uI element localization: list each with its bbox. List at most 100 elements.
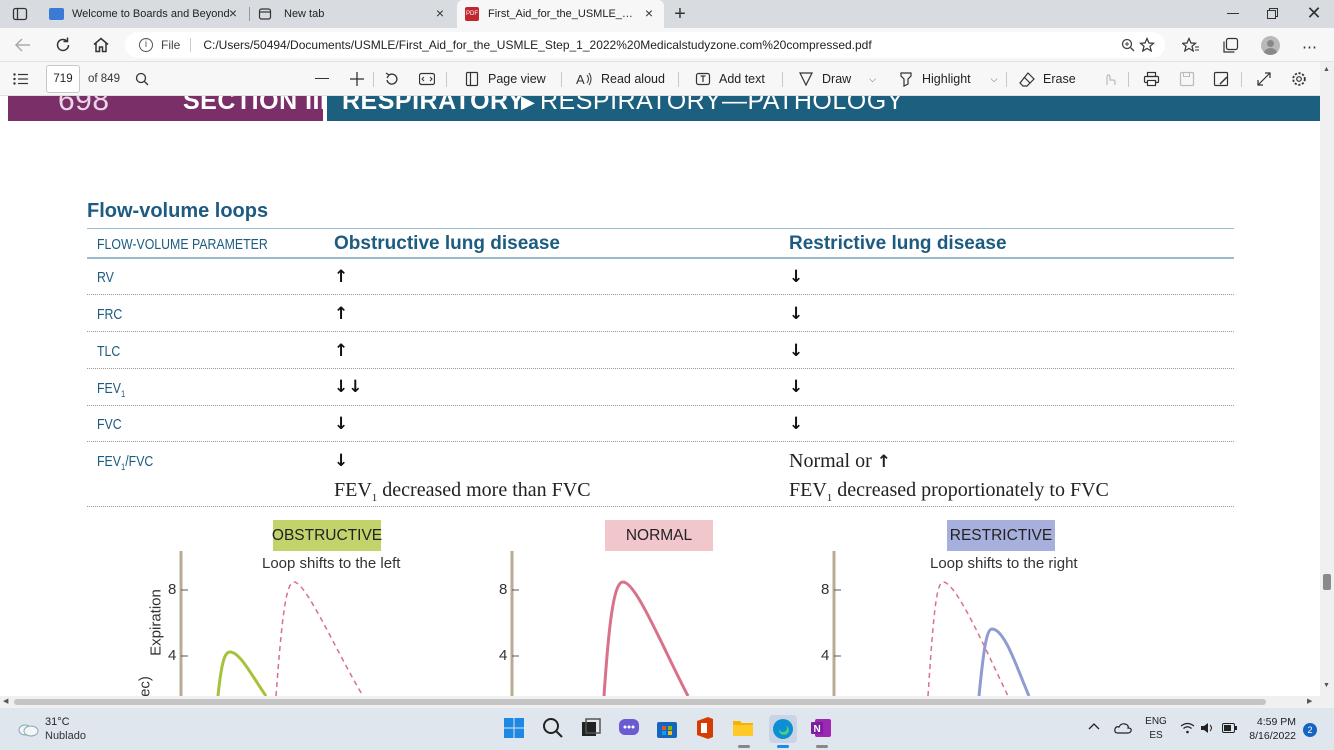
zoom-in-icon[interactable] [349,71,365,87]
row-label-fev1-fvc: FEV1/FVC [97,454,154,472]
chapter-label: RESPIRATORY [342,96,525,115]
onenote-icon[interactable]: N [809,716,835,748]
fullscreen-icon[interactable] [1256,71,1272,87]
new-tab-button[interactable]: + [671,4,689,24]
date: 8/16/2022 [1249,730,1296,742]
address-field[interactable]: i File C:/Users/50494/Documents/USMLE/Fi… [125,32,1165,58]
normal-graph [510,551,690,696]
y-tick-4: 4 [499,647,508,664]
scroll-thumb[interactable] [1323,574,1331,590]
weather-widget[interactable]: 31°C Nublado [16,715,96,745]
arrow-down-icon: ↓ [334,414,349,434]
obstructive-caption: Loop shifts to the left [262,555,401,572]
cloud-icon [18,724,39,737]
chevron-up-icon[interactable] [1088,722,1100,730]
info-icon[interactable]: i [139,38,153,52]
svg-text:A: A [576,72,585,87]
arrow-down-icon: ↓ [789,267,804,287]
refresh-icon[interactable] [54,36,72,54]
close-window-icon[interactable]: ✕ [1306,4,1322,22]
search-icon[interactable] [541,716,567,742]
minimize-icon[interactable] [1227,13,1239,14]
language-indicator[interactable]: ENG ES [1144,715,1168,743]
task-view-icon[interactable] [579,716,605,742]
chat-icon[interactable] [617,716,643,742]
tab-title: First_Aid_for_the_USMLE_Step_1_ [488,8,638,20]
edge-browser-icon[interactable] [769,715,797,748]
chapter-banner: RESPIRATORY ▶ RESPIRATORY—PATHOLOGY [327,96,1320,121]
zoom-out-icon[interactable] [315,78,329,80]
volume-icon[interactable] [1200,722,1215,734]
highlight-button[interactable]: Highlight ⌵ [898,62,997,96]
store-icon[interactable] [655,716,681,742]
arrow-double-down-icon: ↓↓ [334,377,363,397]
print-icon[interactable] [1143,71,1160,87]
read-aloud-button[interactable]: A Read aloud [576,62,665,96]
save-as-icon[interactable] [1213,71,1229,87]
home-icon[interactable] [92,36,110,54]
row-label-rv: RV [97,270,114,286]
close-tab-icon[interactable]: × [642,6,656,20]
read-aloud-icon: A [576,72,592,87]
profile-avatar[interactable] [1261,36,1280,55]
erase-button[interactable]: Erase [1019,62,1076,96]
zoom-icon[interactable] [1121,38,1135,52]
column-header-restrictive: Restrictive lung disease [789,233,1007,254]
page-view-button[interactable]: Page view [464,62,546,96]
scroll-down-arrow[interactable]: ▼ [1323,682,1330,689]
rotate-icon[interactable] [384,71,400,87]
scroll-up-arrow[interactable]: ▲ [1323,66,1330,73]
start-windows-icon[interactable] [502,716,528,742]
breadcrumb: RESPIRATORY—PATHOLOGY [540,96,904,115]
onedrive-icon[interactable] [1114,722,1132,734]
contents-icon[interactable] [13,73,29,85]
tab-first-aid-pdf[interactable]: PDF First_Aid_for_the_USMLE_Step_1_ × [457,0,664,28]
eraser-icon [1019,72,1035,87]
arrow-down-icon: ↓ [789,341,804,361]
collections-icon[interactable] [1222,37,1239,54]
clock[interactable]: 4:59 PM 8/16/2022 [1248,715,1296,743]
file-explorer-icon[interactable] [731,716,757,748]
settings-gear-icon[interactable] [1291,71,1307,87]
tab-title: New tab [284,8,325,20]
chevron-down-icon[interactable]: ⌵ [869,74,876,85]
tab-new-tab[interactable]: New tab × [252,0,455,28]
scroll-right-arrow[interactable]: ▶ [1307,697,1312,705]
back-icon[interactable] [14,37,32,53]
add-favorite-icon[interactable] [1139,37,1156,54]
touch-write-icon [1102,71,1116,87]
y-axis-label-partial: ec) [136,676,154,696]
section-banner: 698 SECTION III [8,96,323,121]
scroll-left-arrow[interactable]: ◀ [3,697,8,705]
more-options-icon[interactable]: ⋯ [1302,38,1318,56]
close-tab-icon[interactable]: × [433,6,447,20]
chevron-down-icon[interactable]: ⌵ [991,74,998,85]
fit-width-icon[interactable] [419,72,435,86]
close-tab-icon[interactable]: × [226,6,240,20]
favorites-icon[interactable] [1182,37,1200,54]
new-tab-favicon-icon [258,7,272,21]
pdf-toolbar: 719 of 849 Page view A Read aloud Add te… [0,62,1334,96]
vertical-scrollbar[interactable]: ▲ ▼ [1320,62,1334,696]
notification-badge[interactable]: 2 [1303,723,1317,737]
draw-button[interactable]: Draw ⌵ [798,62,876,96]
find-icon[interactable] [135,72,149,86]
restore-icon[interactable] [1267,8,1278,19]
page-number-input[interactable]: 719 [46,65,80,93]
save-icon[interactable] [1179,71,1195,87]
tab-actions-icon[interactable] [12,6,28,22]
wifi-icon[interactable] [1180,722,1195,734]
y-tick-8: 8 [821,581,830,598]
scroll-thumb[interactable] [14,699,1266,705]
horizontal-scrollbar[interactable]: ◀ ▶ [0,696,1334,708]
office-icon[interactable] [693,716,719,742]
restrictive-note: FEV1 decreased proportionately to FVC [789,479,1109,504]
pdf-favicon-icon: PDF [465,7,479,21]
tab-boards-and-beyond[interactable]: Welcome to Boards and Beyond × [43,0,248,28]
row-label-frc: FRC [97,307,123,323]
add-text-icon [695,72,711,86]
add-text-button[interactable]: Add text [695,62,765,96]
restrictive-fev1-fvc-value: Normal or ↑ [789,450,892,472]
battery-icon[interactable] [1222,723,1238,733]
y-tick-4: 4 [168,647,177,664]
